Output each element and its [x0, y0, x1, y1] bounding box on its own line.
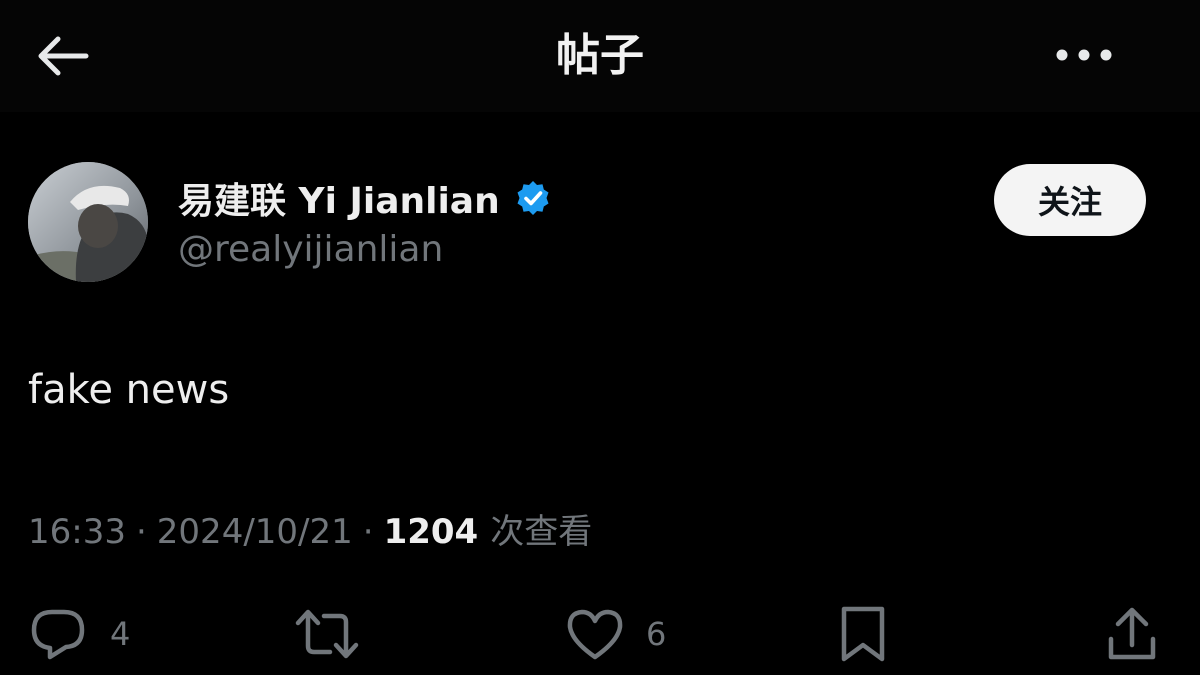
share-icon [1106, 605, 1158, 663]
reply-count: 4 [110, 615, 131, 653]
verified-badge-icon [514, 179, 552, 217]
avatar-image [28, 162, 148, 282]
post-meta: 16:33 · 2024/10/21 · 1204 次查看 [28, 508, 592, 556]
more-options-button[interactable] [1048, 30, 1120, 80]
post-detail-screen: 帖子 易建联 Yi Jianlian @realyijianlian 关注 fa… [0, 0, 1200, 675]
author-display-name[interactable]: 易建联 Yi Jianlian [178, 172, 500, 224]
meta-separator: · [135, 512, 147, 552]
reply-icon [28, 606, 88, 662]
meta-separator: · [362, 512, 374, 552]
back-button[interactable] [30, 28, 94, 84]
heart-icon [566, 607, 624, 661]
author-name-row[interactable]: 易建联 Yi Jianlian [178, 170, 552, 226]
arrow-left-icon [34, 34, 90, 78]
like-button[interactable]: 6 [566, 600, 666, 668]
page-title: 帖子 [556, 30, 644, 81]
post-date: 2024/10/21 [156, 512, 353, 552]
bookmark-icon [838, 605, 888, 663]
repost-button[interactable] [294, 600, 360, 668]
views-count[interactable]: 1204 [384, 508, 479, 556]
author-handle[interactable]: @realyijianlian [178, 226, 443, 274]
share-button[interactable] [1106, 600, 1158, 668]
more-horizontal-icon [1054, 48, 1114, 62]
avatar[interactable] [28, 162, 148, 282]
reply-button[interactable]: 4 [28, 600, 130, 668]
like-count: 6 [646, 615, 667, 653]
post-time: 16:33 [28, 512, 126, 552]
follow-button[interactable]: 关注 [994, 164, 1146, 236]
repost-icon [294, 606, 360, 662]
bookmark-button[interactable] [838, 600, 888, 668]
top-app-bar: 帖子 [0, 0, 1200, 112]
views-label[interactable]: 次查看 [490, 508, 592, 556]
post-text: fake news [28, 367, 230, 413]
